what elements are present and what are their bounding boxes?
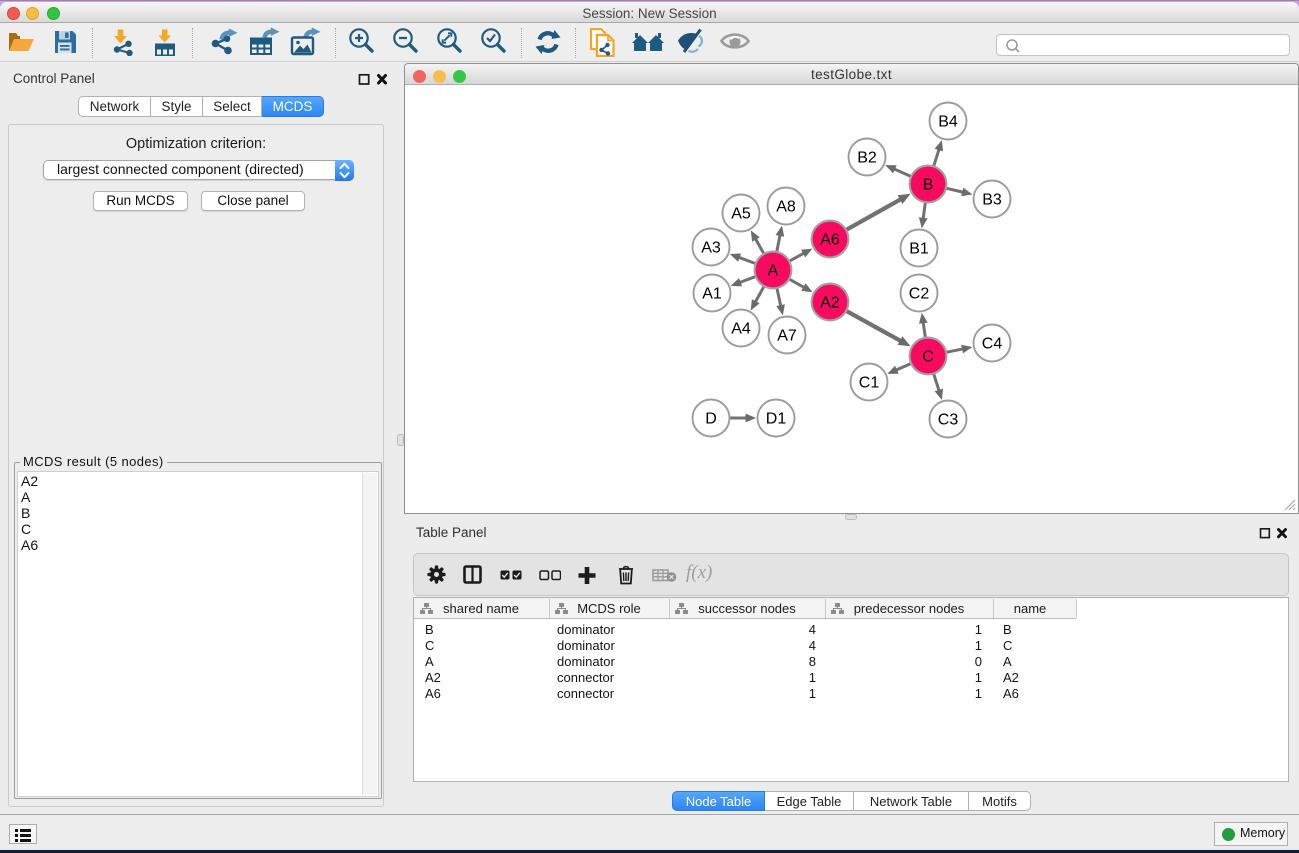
svg-text:C: C <box>922 348 934 365</box>
svg-text:B3: B3 <box>982 191 1002 208</box>
svg-text:B1: B1 <box>909 240 929 257</box>
svg-text:A2: A2 <box>820 294 840 311</box>
svg-text:A7: A7 <box>777 327 797 344</box>
svg-text:A1: A1 <box>702 285 722 302</box>
svg-text:A3: A3 <box>701 239 721 256</box>
svg-text:A5: A5 <box>731 205 751 222</box>
svg-text:A8: A8 <box>776 198 796 215</box>
svg-text:A4: A4 <box>731 320 751 337</box>
svg-text:D1: D1 <box>765 410 786 427</box>
svg-text:B2: B2 <box>857 149 877 166</box>
svg-text:A6: A6 <box>820 231 840 248</box>
svg-text:C3: C3 <box>937 411 958 428</box>
svg-text:A: A <box>767 262 778 279</box>
svg-text:B: B <box>922 176 933 193</box>
svg-text:C4: C4 <box>981 335 1002 352</box>
svg-text:C2: C2 <box>908 285 929 302</box>
svg-text:D: D <box>705 410 717 427</box>
svg-text:B4: B4 <box>938 113 958 130</box>
svg-text:C1: C1 <box>858 374 879 391</box>
